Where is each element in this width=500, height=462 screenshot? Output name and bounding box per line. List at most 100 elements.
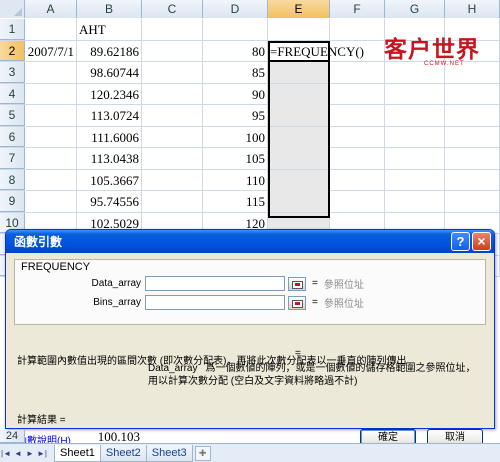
row-header[interactable]: 1	[0, 19, 25, 40]
cell-d9[interactable]: 115	[203, 191, 268, 212]
cell-b9[interactable]: 95.74556	[77, 191, 142, 212]
cell-a3[interactable]	[25, 62, 77, 83]
cell-f9[interactable]	[330, 191, 385, 212]
cell-d5[interactable]: 95	[203, 105, 268, 126]
column-header-b[interactable]: B	[77, 0, 142, 18]
cell-e2[interactable]: =FREQUENCY()	[268, 40, 364, 62]
column-header-c[interactable]: C	[142, 0, 203, 18]
cell-g6[interactable]	[385, 126, 445, 148]
cell-b3[interactable]: 98.60744	[77, 62, 142, 83]
collapse-dialog-icon[interactable]	[288, 276, 306, 291]
cell-h4[interactable]	[445, 83, 500, 105]
cell-e8[interactable]	[268, 169, 330, 191]
cell-b4[interactable]: 120.2346	[77, 83, 142, 105]
insert-sheet-icon[interactable]: ✚	[194, 445, 211, 461]
cell-c5[interactable]	[142, 105, 203, 126]
first-sheet-nav-icon[interactable]: |◄	[0, 445, 12, 462]
dialog-titlebar[interactable]: 函數引數 ? ×	[6, 230, 494, 253]
cell-g8[interactable]	[385, 169, 445, 191]
cell-e6[interactable]	[268, 126, 330, 148]
next-sheet-nav-icon[interactable]: ►	[24, 445, 36, 462]
cell-c3[interactable]	[142, 62, 203, 83]
cell-e7[interactable]	[268, 148, 330, 169]
select-all-corner[interactable]	[0, 0, 25, 18]
cell-f1[interactable]	[330, 19, 385, 40]
cell-e1[interactable]	[268, 19, 330, 40]
data-array-input[interactable]	[145, 276, 285, 291]
column-header-e[interactable]: E	[268, 0, 330, 18]
cell-d2[interactable]: 80	[203, 40, 268, 62]
cell-a1[interactable]	[25, 19, 77, 40]
cell-b6[interactable]: 111.6006	[77, 126, 142, 148]
cell-b2[interactable]: 89.62186	[77, 40, 142, 62]
column-header-h[interactable]: H	[445, 0, 500, 18]
collapse-dialog-icon[interactable]	[288, 295, 306, 310]
prev-sheet-nav-icon[interactable]: ◄	[12, 445, 24, 462]
cell-f8[interactable]	[330, 169, 385, 191]
cell-f4[interactable]	[330, 83, 385, 105]
row-header[interactable]: 5	[0, 105, 25, 126]
cell-d8[interactable]: 110	[203, 169, 268, 191]
cell-d1[interactable]	[203, 19, 268, 40]
cell-f3[interactable]	[330, 62, 385, 83]
cell-h8[interactable]	[445, 169, 500, 191]
cell-a6[interactable]	[25, 126, 77, 148]
cell-c9[interactable]	[142, 191, 203, 212]
row-header[interactable]: 3	[0, 62, 25, 83]
row-header[interactable]: 9	[0, 191, 25, 212]
cell-b5[interactable]: 113.0724	[77, 105, 142, 126]
cell[interactable]: 100.103	[77, 430, 142, 443]
cell-c6[interactable]	[142, 126, 203, 148]
column-header-d[interactable]: D	[203, 0, 268, 18]
close-button[interactable]: ×	[472, 232, 491, 251]
cell-d4[interactable]: 90	[203, 83, 268, 105]
cell[interactable]	[25, 430, 77, 443]
cell-h5[interactable]	[445, 105, 500, 126]
cell-a4[interactable]	[25, 83, 77, 105]
cell-f5[interactable]	[330, 105, 385, 126]
column-header-a[interactable]: A	[25, 0, 77, 18]
cell-a7[interactable]	[25, 148, 77, 169]
cell-d6[interactable]: 100	[203, 126, 268, 148]
cell-h6[interactable]	[445, 126, 500, 148]
tab-sheet2[interactable]: Sheet2	[99, 444, 147, 462]
cell-c8[interactable]	[142, 169, 203, 191]
tab-sheet1[interactable]: Sheet1	[54, 444, 101, 462]
cell-g4[interactable]	[385, 83, 445, 105]
cell-d3[interactable]: 85	[203, 62, 268, 83]
cell-a9[interactable]	[25, 191, 77, 212]
cell-h9[interactable]	[445, 191, 500, 212]
row-header[interactable]: 8	[0, 169, 25, 190]
cell-c2[interactable]	[142, 40, 203, 62]
column-header-g[interactable]: G	[385, 0, 445, 18]
cell-f7[interactable]	[330, 148, 385, 169]
cell-a2[interactable]: 2007/7/1	[25, 40, 77, 62]
bins-array-input[interactable]	[145, 295, 285, 310]
tab-sheet3[interactable]: Sheet3	[145, 444, 193, 462]
row-header[interactable]: 2	[0, 40, 25, 61]
cell-a8[interactable]	[25, 169, 77, 191]
cell-d7[interactable]: 105	[203, 148, 268, 169]
cell-e9[interactable]	[268, 191, 330, 212]
row-header[interactable]: 6	[0, 126, 25, 147]
cell-b7[interactable]: 113.0438	[77, 148, 142, 169]
row-header[interactable]: 24	[0, 430, 25, 443]
column-header-f[interactable]: F	[330, 0, 385, 18]
cell-e5[interactable]	[268, 105, 330, 126]
cell-e4[interactable]	[268, 83, 330, 105]
cell-g7[interactable]	[385, 148, 445, 169]
cell-c7[interactable]	[142, 148, 203, 169]
cell-h7[interactable]	[445, 148, 500, 169]
cell-e3[interactable]	[268, 62, 330, 83]
cell-f6[interactable]	[330, 126, 385, 148]
cell-c1[interactable]	[142, 19, 203, 40]
cell-g5[interactable]	[385, 105, 445, 126]
cell-g9[interactable]	[385, 191, 445, 212]
row-header[interactable]: 4	[0, 83, 25, 104]
cell-b8[interactable]: 105.3667	[77, 169, 142, 191]
row-header[interactable]: 7	[0, 148, 25, 169]
cell-c4[interactable]	[142, 83, 203, 105]
cell-a5[interactable]	[25, 105, 77, 126]
help-button[interactable]: ?	[451, 232, 470, 251]
cell-b1[interactable]: AHT	[77, 19, 142, 40]
